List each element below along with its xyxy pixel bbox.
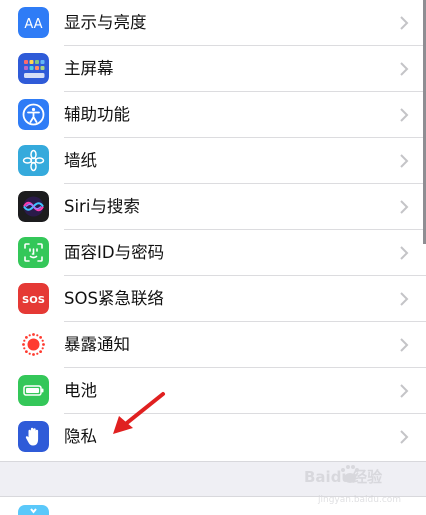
chevron-right-icon xyxy=(400,108,409,122)
chevron-right-icon xyxy=(400,62,409,76)
settings-row-accessibility[interactable]: 辅助功能 xyxy=(0,92,426,138)
privacy-hand-icon xyxy=(18,421,49,452)
chevron-right-icon xyxy=(400,154,409,168)
settings-row-label: 辅助功能 xyxy=(64,105,130,124)
display-brightness-icon: AA xyxy=(18,7,49,38)
settings-row-label: 墙纸 xyxy=(64,151,97,170)
wallpaper-icon xyxy=(18,145,49,176)
settings-row-label: SOS紧急联络 xyxy=(64,289,164,308)
face-id-icon xyxy=(18,237,49,268)
sos-icon: SOS xyxy=(18,283,49,314)
svg-text:AA: AA xyxy=(24,17,42,32)
siri-icon xyxy=(18,191,49,222)
chevron-right-icon xyxy=(400,338,409,352)
svg-text:SOS: SOS xyxy=(22,295,45,306)
chevron-right-icon xyxy=(400,246,409,260)
settings-row-siri-search[interactable]: Siri与搜索 xyxy=(0,184,426,230)
settings-row-label: 显示与亮度 xyxy=(64,13,147,32)
settings-row-label: 主屏幕 xyxy=(64,59,114,78)
settings-row-wallpaper[interactable]: 墙纸 xyxy=(0,138,426,184)
chevron-right-icon xyxy=(400,384,409,398)
annotation-arrow-icon xyxy=(113,392,165,434)
chevron-right-icon xyxy=(400,430,409,444)
divider xyxy=(0,461,426,462)
settings-row-exposure-notifications[interactable]: 暴露通知 xyxy=(0,322,426,368)
app-icon xyxy=(18,505,49,515)
battery-icon xyxy=(18,375,49,406)
settings-row-display-brightness[interactable]: AA 显示与亮度 xyxy=(0,0,426,46)
settings-row-sos[interactable]: SOS SOS紧急联络 xyxy=(0,276,426,322)
chevron-right-icon xyxy=(400,292,409,306)
settings-row-label: 面容ID与密码 xyxy=(64,243,165,262)
settings-row-privacy[interactable]: 隐私 xyxy=(0,414,426,460)
settings-row-label: 电池 xyxy=(64,381,97,400)
home-screen-icon xyxy=(18,53,49,84)
settings-row-battery[interactable]: 电池 xyxy=(0,368,426,414)
settings-row-label: 隐私 xyxy=(64,427,97,446)
settings-row-label: 暴露通知 xyxy=(64,335,130,354)
chevron-right-icon xyxy=(400,200,409,214)
exposure-notification-icon xyxy=(18,329,49,360)
settings-row-face-id-passcode[interactable]: 面容ID与密码 xyxy=(0,230,426,276)
accessibility-icon xyxy=(18,99,49,130)
settings-row-home-screen[interactable]: 主屏幕 xyxy=(0,46,426,92)
chevron-right-icon xyxy=(400,16,409,30)
settings-row-label: Siri与搜索 xyxy=(64,197,140,216)
section-separator xyxy=(0,461,426,497)
settings-row-next-partial[interactable] xyxy=(0,497,426,515)
